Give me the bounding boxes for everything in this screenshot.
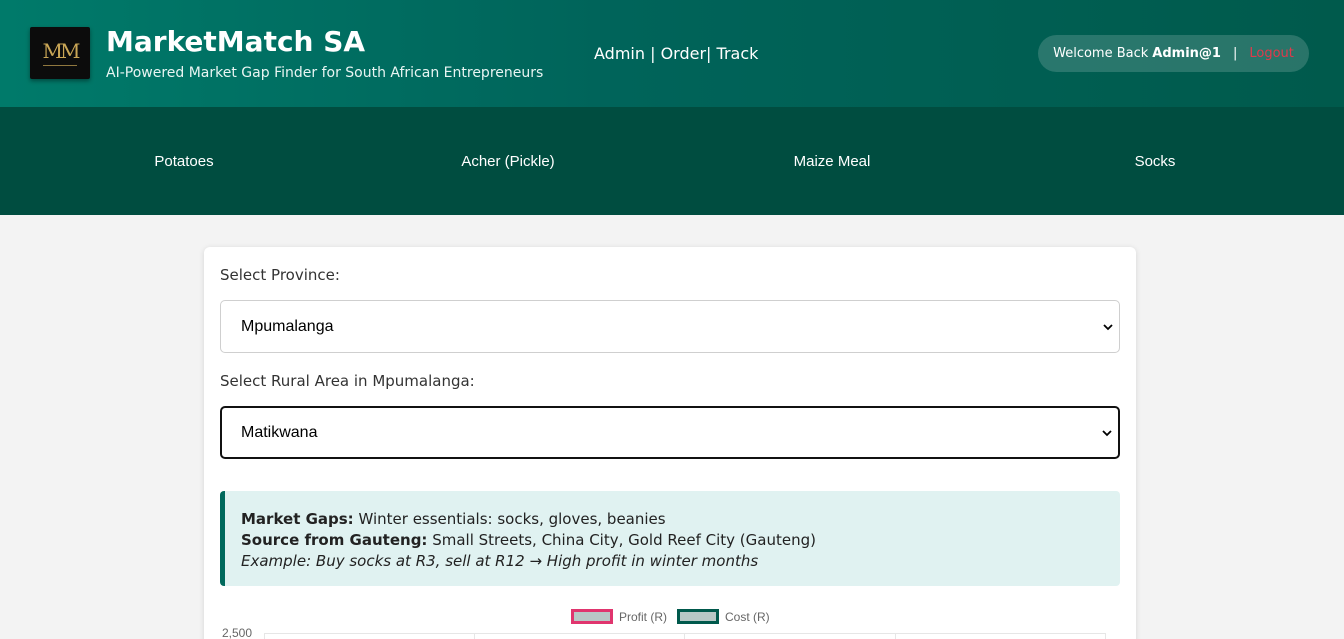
chart-gridline <box>264 633 1106 634</box>
source-value: Small Streets, China City, Gold Reef Cit… <box>432 531 816 549</box>
welcome-separator: | <box>1232 46 1238 61</box>
province-select[interactable]: Mpumalanga <box>220 300 1120 353</box>
category-potatoes[interactable]: Potatoes <box>22 107 346 215</box>
app-subtitle: AI-Powered Market Gap Finder for South A… <box>106 65 544 81</box>
legend-item-profit[interactable]: Profit (R) <box>571 609 667 624</box>
market-gaps-value: Winter essentials: socks, gloves, beanie… <box>358 510 666 528</box>
chart-gridline-vertical <box>895 633 896 639</box>
rural-area-select[interactable]: Matikwana <box>220 406 1120 459</box>
source-label: Source from Gauteng: <box>241 531 428 549</box>
nav-link-order[interactable]: Order <box>661 44 706 63</box>
legend-swatch-cost <box>677 609 719 624</box>
app-header: MM MarketMatch SA AI-Powered Market Gap … <box>0 0 1344 107</box>
welcome-text: Welcome Back <box>1053 46 1149 61</box>
category-nav: Potatoes Acher (Pickle) Maize Meal Socks <box>0 107 1344 215</box>
category-socks[interactable]: Socks <box>993 107 1317 215</box>
legend-swatch-profit <box>571 609 613 624</box>
chart-gridline-vertical <box>264 633 265 639</box>
example-line: Example: Buy socks at R3, sell at R12 → … <box>241 551 1104 572</box>
example-text: Example: Buy socks at R3, sell at R12 → … <box>241 552 759 570</box>
chart-legend: Profit (R) Cost (R) <box>571 609 780 624</box>
logo-underline <box>43 64 77 66</box>
market-gaps-label: Market Gaps: <box>241 510 354 528</box>
nav-link-admin[interactable]: Admin <box>594 44 645 63</box>
legend-label-profit: Profit (R) <box>619 609 667 624</box>
market-gaps-line: Market Gaps: Winter essentials: socks, g… <box>241 509 1104 530</box>
chevron-down-icon <box>1103 323 1113 330</box>
chart-gridline-vertical <box>684 633 685 639</box>
category-acher-pickle[interactable]: Acher (Pickle) <box>346 107 670 215</box>
chart-gridline-vertical <box>1105 633 1106 639</box>
area-selected-value: Matikwana <box>241 423 318 441</box>
logo-monogram: MM <box>42 38 81 63</box>
chart-gridline-vertical <box>474 633 475 639</box>
nav-link-track[interactable]: Track <box>717 44 759 63</box>
nav-separator: | <box>706 44 717 63</box>
app-title: MarketMatch SA <box>106 25 366 58</box>
welcome-pill: Welcome Back Admin@1 | Logout <box>1038 35 1309 72</box>
legend-item-cost[interactable]: Cost (R) <box>677 609 770 624</box>
main-card: Select Province: Mpumalanga Select Rural… <box>204 247 1136 639</box>
province-label: Select Province: <box>220 266 340 284</box>
y-axis-tick-label: 2,500 <box>222 626 253 639</box>
province-selected-value: Mpumalanga <box>241 317 334 335</box>
username: Admin@1 <box>1152 46 1221 61</box>
brand-logo[interactable]: MM <box>30 27 90 79</box>
nav-separator: | <box>645 44 661 63</box>
source-line: Source from Gauteng: Small Streets, Chin… <box>241 530 1104 551</box>
area-label: Select Rural Area in Mpumalanga: <box>220 372 475 390</box>
market-info-box: Market Gaps: Winter essentials: socks, g… <box>220 491 1120 586</box>
legend-label-cost: Cost (R) <box>725 609 770 624</box>
top-nav: Admin | Order| Track <box>594 44 758 63</box>
chevron-down-icon <box>1102 429 1112 436</box>
logout-link[interactable]: Logout <box>1249 46 1294 61</box>
category-maize-meal[interactable]: Maize Meal <box>670 107 994 215</box>
